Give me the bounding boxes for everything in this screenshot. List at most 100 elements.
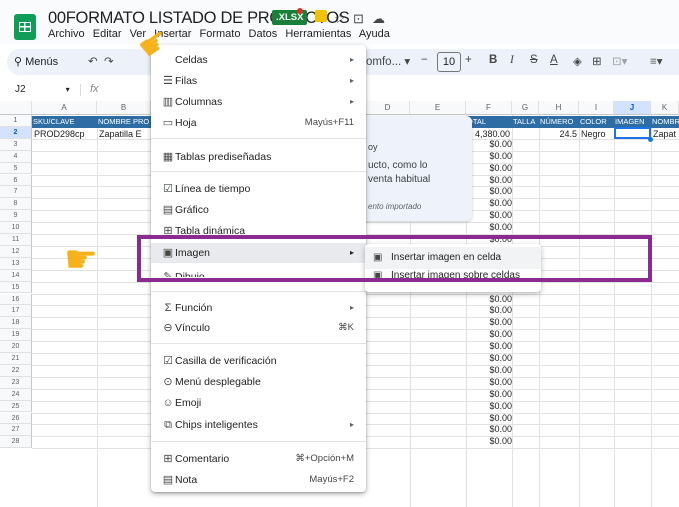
cell-total-value[interactable]: $0.00 [482,341,512,353]
menu-item-desplegable[interactable]: ⊙ Menú desplegable [151,372,366,392]
col-header-d[interactable]: D [366,101,410,115]
menu-search[interactable]: ⚲ Menús [14,52,58,72]
sheets-logo-icon[interactable] [14,14,36,40]
row-header-2[interactable]: 2 [0,126,32,139]
row-header-5[interactable]: 5 [0,162,32,175]
increase-font-icon[interactable]: + [465,54,472,66]
menu-item-hoja[interactable]: ▭ Hoja Mayús+F11 [151,113,366,133]
menu-item-filas[interactable]: ☰ Filas ▸ [151,71,366,91]
col-header-j[interactable]: J [614,101,651,115]
cell-total-value[interactable]: $0.00 [482,353,512,365]
menu-item-nota[interactable]: ▤ Nota Mayús+F2 [151,470,366,490]
menu-item-linea-tiempo[interactable]: ☑ Línea de tiempo [151,179,366,199]
header-cell-numero[interactable]: NÚMERO [539,115,579,128]
cell-h2[interactable]: 24.5 [539,128,577,140]
header-cell-nombre[interactable]: NOMBRE PRO [97,115,151,128]
row-header-17[interactable]: 17 [0,305,32,318]
col-header-f[interactable]: F [466,101,512,115]
selected-cell-j2[interactable] [614,127,651,139]
menu-editar[interactable]: Editar [93,28,122,40]
cell-k2[interactable]: Zapat [653,128,679,140]
cell-total-value[interactable]: $0.00 [482,389,512,401]
cell-total-value[interactable]: $0.00 [482,294,512,306]
decrease-font-icon[interactable]: − [421,54,428,66]
row-header-20[interactable]: 20 [0,341,32,353]
header-cell-total[interactable]: OTAL [466,115,512,128]
row-header-9[interactable]: 9 [0,210,32,223]
menu-item-grafico[interactable]: ▤ Gráfico [151,200,366,220]
cell-total-value[interactable]: $0.00 [482,413,512,425]
menu-item-funcion[interactable]: Σ Función ▸ [151,298,366,318]
row-header-18[interactable]: 18 [0,317,32,330]
row-header-19[interactable]: 19 [0,329,32,342]
menu-item-tablas[interactable]: ▦ Tablas prediseñadas [151,147,366,167]
sheet-type-icon[interactable] [315,10,327,22]
name-box[interactable]: J2 ▾ [15,84,70,95]
menu-item-celdas[interactable]: Celdas ▸ [151,50,366,70]
menu-herramientas[interactable]: Herramientas [285,28,351,40]
header-cell-imagen[interactable]: IMAGEN [614,115,651,128]
menu-archivo[interactable]: Archivo [48,28,85,40]
row-header-10[interactable]: 10 [0,222,32,234]
col-header-k[interactable]: K [651,101,679,115]
font-size-input[interactable]: 10 [437,52,461,72]
col-header-a[interactable]: A [32,101,97,115]
cell-total-value[interactable]: $0.00 [482,210,512,222]
row-header-6[interactable]: 6 [0,174,32,187]
cell-i2[interactable]: Negro [581,128,614,140]
row-header-4[interactable]: 4 [0,150,32,163]
select-all-corner[interactable] [0,101,32,115]
cell-total-value[interactable]: $0.00 [482,365,512,377]
cell-total-value[interactable]: $0.00 [482,436,512,448]
row-header-27[interactable]: 27 [0,424,32,437]
row-header-3[interactable]: 3 [0,138,32,151]
strikethrough-icon[interactable]: S [530,54,538,66]
menu-item-comentario[interactable]: ⊞ Comentario ⌘+Opción+M [151,449,366,469]
cell-total-value[interactable]: $0.00 [482,305,512,317]
row-header-12[interactable]: 12 [0,245,32,258]
row-header-11[interactable]: 11 [0,234,32,246]
row-header-24[interactable]: 24 [0,388,32,401]
menu-datos[interactable]: Datos [249,28,278,40]
bold-button[interactable]: B [489,54,497,66]
borders-icon[interactable]: ⊞ [592,54,602,68]
menu-item-casilla[interactable]: ☑ Casilla de verificación [151,351,366,371]
header-cell-color[interactable]: COLOR [579,115,614,128]
row-header-26[interactable]: 26 [0,412,32,425]
row-header-7[interactable]: 7 [0,186,32,199]
align-icon[interactable]: ≡▾ [650,54,662,68]
undo-icon[interactable]: ↶ [88,54,98,68]
cell-total-value[interactable]: $0.00 [482,163,512,175]
row-header-23[interactable]: 23 [0,376,32,389]
menu-ayuda[interactable]: Ayuda [359,28,390,40]
col-header-h[interactable]: H [539,101,579,115]
menu-item-tabla-dinamica[interactable]: ⊞ Tabla dinámica [151,221,366,235]
text-color-icon[interactable]: A [550,54,558,66]
row-header-13[interactable]: 13 [0,257,32,270]
menu-item-vinculo[interactable]: ⊖ Vínculo ⌘K [151,318,366,338]
cell-total-value[interactable]: $0.00 [482,198,512,210]
header-cell-sku[interactable]: SKU/CLAVE [32,115,97,128]
row-header-21[interactable]: 21 [0,353,32,365]
row-header-28[interactable]: 28 [0,436,32,449]
cell-total-value[interactable]: $0.00 [482,424,512,436]
cell-total-value[interactable]: $0.00 [482,175,512,187]
cell-total-value[interactable]: $0.00 [482,222,512,234]
font-selector[interactable]: omfo... ▾ [366,54,410,68]
row-header-1[interactable]: 1 [0,115,32,127]
redo-icon[interactable]: ↷ [104,54,114,68]
cell-total-value[interactable]: $0.00 [482,186,512,198]
col-header-b[interactable]: B [97,101,151,115]
row-header-16[interactable]: 16 [0,293,32,306]
star-icon[interactable]: ☆ [334,11,346,27]
cell-b2[interactable]: Zapatilla E [99,128,151,140]
move-folder-icon[interactable]: ⊡ [353,11,364,27]
row-header-15[interactable]: 15 [0,281,32,294]
cell-total-value[interactable]: $0.00 [482,139,512,151]
row-header-22[interactable]: 22 [0,364,32,377]
cell-total-value[interactable]: $0.00 [482,317,512,329]
col-header-i[interactable]: I [579,101,614,115]
header-cell-nombre2[interactable]: NOMBR [651,115,679,128]
cell-total-value[interactable]: $0.00 [482,401,512,413]
menu-item-columnas[interactable]: ▥ Columnas ▸ [151,92,366,112]
